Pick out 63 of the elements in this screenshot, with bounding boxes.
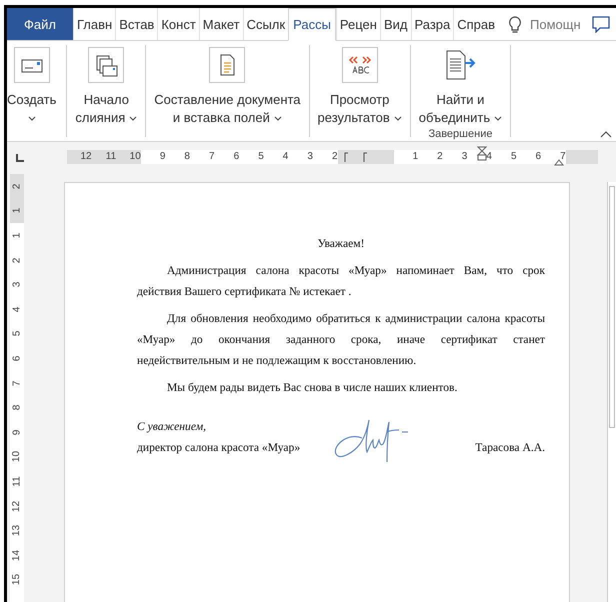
ruler-number: 7 — [560, 150, 566, 164]
ruler-number: 4 — [282, 150, 288, 164]
ruler-number: 5 — [510, 150, 516, 164]
ruler-number: 2 — [437, 150, 443, 164]
ribbon-tab[interactable]: Вид — [380, 8, 410, 40]
greeting: Уважаем! — [316, 236, 366, 252]
group-label: Завершение — [428, 127, 492, 141]
ruler-number: 8 — [12, 404, 22, 410]
ruler-number: 2 — [12, 257, 22, 263]
ruler-number: 10 — [130, 150, 141, 164]
ruler-number: 3 — [307, 150, 313, 164]
ruler-number: 13 — [12, 525, 22, 536]
ruler-number: 1 — [12, 232, 22, 238]
scrollbar[interactable] — [607, 182, 616, 602]
ruler-number: 10 — [12, 451, 22, 462]
ruler-number: 12 — [80, 150, 92, 164]
ruler-number: 12 — [12, 500, 22, 512]
indent-marker-icon — [344, 152, 349, 162]
ruler-number: 6 — [536, 150, 542, 164]
ruler-number: 15 — [12, 574, 22, 586]
tab-stop-icon[interactable] — [15, 152, 25, 162]
ruler-number: 14 — [12, 550, 22, 561]
ribbon-button[interactable]: Найти и объединить — [418, 45, 502, 127]
ruler-number: 6 — [234, 150, 240, 164]
tell-me-field[interactable]: Помощн — [530, 16, 581, 32]
ruler-number: 3 — [462, 150, 468, 164]
ruler-number: 4 — [486, 150, 492, 164]
closing: С уважением, — [137, 419, 208, 435]
signer-title: директор салона красота «Муар» — [137, 440, 300, 456]
ruler-number: 5 — [258, 150, 264, 164]
ruler-number: 9 — [12, 429, 22, 436]
ribbon-tab[interactable]: Ссылк — [242, 8, 288, 40]
ribbon-button[interactable]: Просмотр результатов — [318, 45, 402, 137]
ruler-number: 7 — [209, 150, 215, 164]
signer-name: Тарасова А.А. — [475, 440, 545, 456]
ruler-number: 3 — [12, 282, 22, 288]
ruler-number: 1 — [12, 208, 22, 214]
ruler-number: 11 — [106, 150, 116, 164]
ribbon-tab[interactable]: Рассы — [288, 8, 336, 41]
ruler-number: 8 — [184, 150, 190, 164]
lightbulb-icon — [508, 16, 522, 32]
ruler-number: 7 — [12, 380, 22, 386]
ribbon-tab[interactable]: Конст — [157, 8, 199, 40]
paragraph: Мы будем рады видеть Вас снова в числе наших клиентов. — [166, 380, 458, 396]
ribbon-button[interactable]: Начало слияния — [75, 45, 138, 137]
indent-marker-icon — [362, 152, 368, 162]
ruler-number: 4 — [12, 306, 22, 312]
ruler-number: 5 — [12, 331, 22, 337]
paragraph: Для обновления необходимо обратиться к администрации салона красоты «Муар» до окончания заданного срока, иначе сертификат станет недействительным и не подлежащим к восстановлению. — [137, 311, 545, 369]
ruler-number: 2 — [12, 184, 22, 190]
ruler-number: 9 — [160, 150, 166, 164]
ruler-number: 11 — [12, 476, 22, 487]
paragraph: Администрация салона красоты «Муар» напоминает Вам, что срок действия Вашего сертификата № истекает . — [137, 263, 545, 300]
ruler-number: 6 — [12, 356, 22, 362]
ruler-number: 1 — [412, 150, 418, 164]
ribbon-tab[interactable]: Разра — [410, 8, 454, 40]
file-tab[interactable]: Файл — [7, 8, 73, 40]
ruler-margin — [566, 150, 598, 164]
ribbon-button[interactable]: Создать — [7, 45, 56, 137]
comment-icon[interactable] — [592, 16, 610, 32]
ribbon-button[interactable]: Составление документа и вставка полей — [154, 45, 301, 137]
collapse-icon[interactable] — [600, 131, 612, 138]
ruler-number: 2 — [332, 150, 338, 164]
